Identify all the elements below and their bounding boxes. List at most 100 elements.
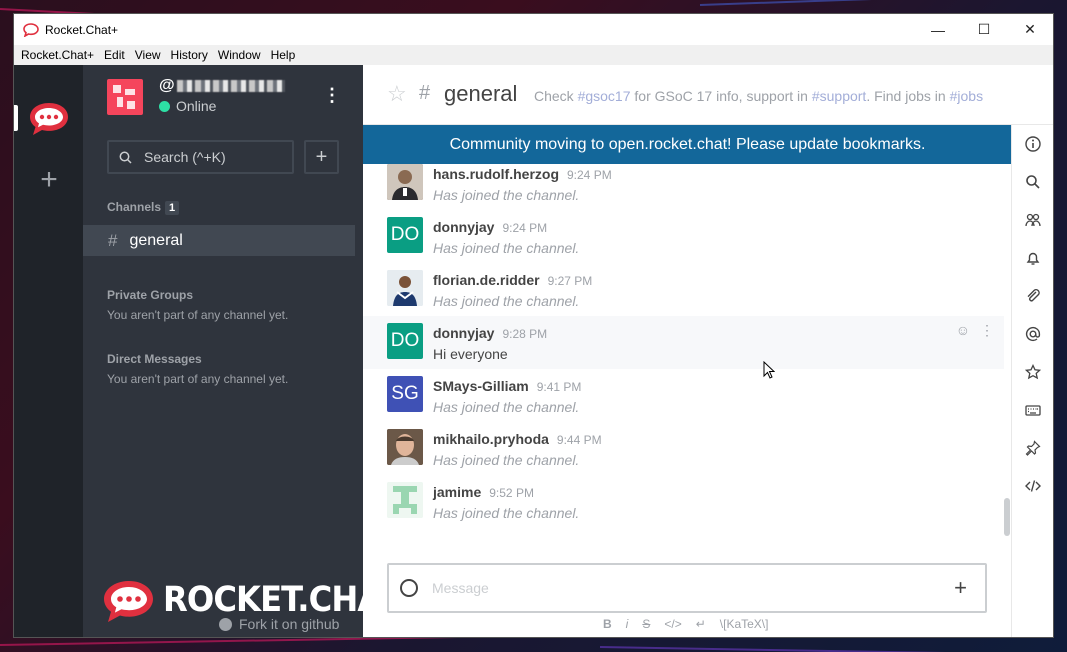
menu-help[interactable]: Help (266, 48, 301, 62)
members-icon[interactable] (1023, 210, 1043, 230)
user-avatar[interactable] (387, 270, 423, 306)
formatting-toolbar: B i S </> ↵ \[KaTeX\] (603, 617, 768, 631)
user-avatar[interactable]: SG (387, 376, 423, 412)
user-avatar[interactable] (387, 482, 423, 518)
message-text: Has joined the channel. (433, 240, 580, 256)
sidebar-item-general[interactable]: # general (83, 225, 355, 256)
message-scrollbar[interactable] (1004, 498, 1010, 536)
pin-icon[interactable] (1023, 438, 1043, 458)
info-icon[interactable] (1023, 134, 1043, 154)
private-groups-title: Private Groups (107, 288, 194, 302)
message-item[interactable]: mikhailo.pryhoda 9:44 PM Has joined the c… (363, 429, 1004, 482)
message-username[interactable]: jamime 9:52 PM (433, 484, 534, 500)
code-button[interactable]: </> (664, 617, 681, 631)
message-username[interactable]: donnyjay 9:24 PM (433, 219, 547, 235)
italic-button[interactable]: i (626, 617, 629, 631)
message-text: Has joined the channel. (433, 452, 580, 468)
topic-link-gsoc17[interactable]: #gsoc17 (578, 88, 631, 104)
menu-bar: Rocket.Chat+ Edit View History Window He… (14, 45, 1053, 65)
emoji-icon[interactable] (400, 579, 418, 597)
message-actions: ☺ ⋮ (956, 322, 994, 339)
mention-icon[interactable] (1023, 324, 1043, 344)
bold-button[interactable]: B (603, 617, 612, 631)
user-avatar[interactable]: DO (387, 217, 423, 253)
message-item[interactable]: SG SMays-Gilliam 9:41 PM Has joined the c… (363, 376, 1004, 429)
message-time: 9:52 PM (489, 486, 534, 500)
window-title: Rocket.Chat+ (45, 22, 119, 37)
user-status: Online (159, 98, 216, 114)
menu-history[interactable]: History (166, 48, 213, 62)
message-username[interactable]: florian.de.ridder 9:27 PM (433, 272, 592, 288)
room-toolbar (1011, 125, 1053, 637)
room-title: general (444, 81, 518, 106)
composer-add-button[interactable]: + (954, 575, 967, 601)
message-item[interactable]: DO donnyjay 9:28 PM Hi everyone ☺ ⋮ (363, 316, 1004, 369)
user-avatar[interactable] (387, 164, 423, 200)
topic-link-support[interactable]: #support (812, 88, 866, 104)
search-placeholder: Search (^+K) (144, 149, 226, 165)
username[interactable]: @ (159, 77, 286, 95)
message-username[interactable]: mikhailo.pryhoda 9:44 PM (433, 431, 602, 447)
message-text: Has joined the channel. (433, 187, 580, 203)
private-groups-empty: You aren't part of any channel yet. (107, 308, 289, 322)
katex-button[interactable]: \[KaTeX\] (720, 617, 769, 631)
create-new-button[interactable]: + (304, 140, 339, 174)
add-reaction-icon[interactable]: ☺ (956, 322, 970, 339)
search-icon (119, 151, 132, 164)
user-avatar[interactable] (387, 429, 423, 465)
message-list: hans.rudolf.herzog 9:24 PM Has joined the… (363, 164, 1012, 556)
message-item[interactable]: jamime 9:52 PM Has joined the channel. (363, 482, 1004, 535)
app-window: Rocket.Chat+ — ☐ ✕ Rocket.Chat+ Edit Vie… (14, 14, 1053, 637)
code-icon[interactable] (1023, 476, 1043, 496)
announcement-banner[interactable]: Community moving to open.rocket.chat! Pl… (363, 125, 1012, 164)
channel-hash-icon: # (108, 230, 118, 250)
user-avatar[interactable] (107, 79, 143, 115)
message-time: 9:28 PM (502, 327, 548, 341)
message-menu-icon[interactable]: ⋮ (980, 322, 994, 339)
mouse-cursor-icon (763, 361, 775, 379)
room-header: ☆ # general Check #gsoc17 for GSoC 17 in… (363, 65, 1053, 125)
title-bar: Rocket.Chat+ — ☐ ✕ (14, 14, 1053, 45)
sidebar-search[interactable]: Search (^+K) (107, 140, 294, 174)
menu-view[interactable]: View (130, 48, 166, 62)
menu-edit[interactable]: Edit (99, 48, 130, 62)
user-avatar[interactable]: DO (387, 323, 423, 359)
message-username[interactable]: SMays-Gilliam 9:41 PM (433, 378, 581, 394)
minimize-button[interactable]: — (915, 14, 961, 45)
active-server-marker (14, 105, 18, 131)
direct-messages-title: Direct Messages (107, 352, 202, 366)
message-item[interactable]: DO donnyjay 9:24 PM Has joined the channe… (363, 217, 1004, 270)
close-button[interactable]: ✕ (1007, 14, 1053, 45)
menu-window[interactable]: Window (213, 48, 266, 62)
sidebar-item-label: general (129, 231, 183, 249)
maximize-button[interactable]: ☐ (961, 14, 1007, 45)
message-text: Hi everyone (433, 346, 508, 362)
message-text: Has joined the channel. (433, 293, 580, 309)
message-composer[interactable]: Message + (387, 563, 987, 613)
keyboard-icon[interactable] (1023, 400, 1043, 420)
message-username[interactable]: hans.rudolf.herzog 9:24 PM (433, 166, 612, 182)
message-username[interactable]: donnyjay 9:28 PM (433, 325, 547, 341)
message-item[interactable]: hans.rudolf.herzog 9:24 PM Has joined the… (363, 164, 1004, 217)
fork-on-github-link[interactable]: Fork it on github (219, 616, 339, 632)
topic-link-jobs[interactable]: #jobs (950, 88, 983, 104)
message-input[interactable]: Message (432, 580, 954, 596)
room-main: ☆ # general Check #gsoc17 for GSoC 17 in… (363, 65, 1053, 637)
sidebar-menu-icon[interactable]: ⋮ (323, 85, 341, 106)
strike-button[interactable]: S (642, 617, 650, 631)
menu-app[interactable]: Rocket.Chat+ (16, 48, 99, 62)
github-icon (219, 617, 232, 631)
message-time: 9:24 PM (502, 221, 548, 235)
app-icon (23, 22, 39, 37)
search-icon[interactable] (1023, 172, 1043, 192)
add-server-button[interactable]: + (36, 165, 62, 195)
rocket-chat-server-icon[interactable] (27, 99, 71, 139)
attachment-icon[interactable] (1023, 286, 1043, 306)
star-icon[interactable] (1023, 362, 1043, 382)
message-time: 9:41 PM (536, 380, 582, 394)
favorite-star-icon[interactable]: ☆ (387, 81, 407, 107)
bell-icon[interactable] (1023, 248, 1043, 268)
multiline-button[interactable]: ↵ (696, 617, 706, 631)
channels-count-badge: 1 (165, 201, 180, 215)
sidebar: @ Online ⋮ Search (^+K) + Channels 1 # ge… (83, 65, 401, 637)
